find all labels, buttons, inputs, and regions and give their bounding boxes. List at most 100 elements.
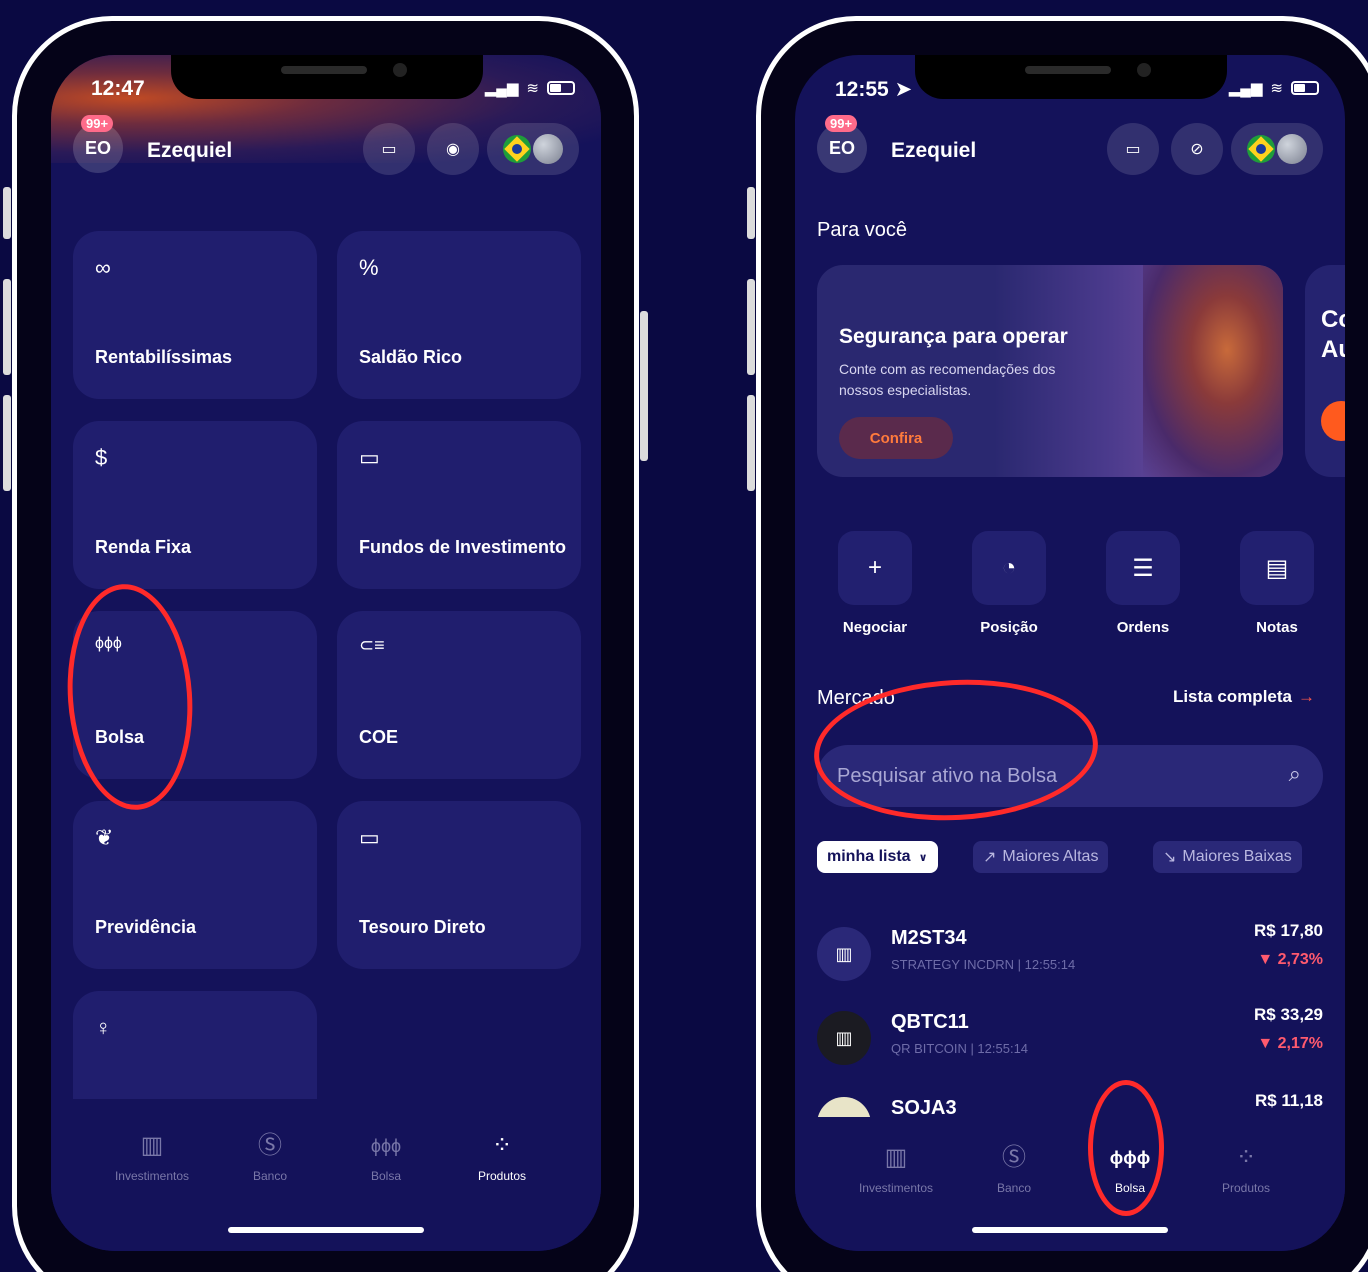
promo-card[interactable]: Segurança para operar Conte com as recom… <box>817 265 1283 477</box>
status-indicators: ▂▄▆ ≋ <box>1229 79 1319 97</box>
nav-produtos[interactable]: ⁘ Produtos <box>1191 1143 1301 1195</box>
tile-tesouro-direto[interactable]: ▭ Tesouro Direto <box>337 801 581 969</box>
chip-label: Maiores Baixas <box>1182 848 1292 865</box>
document-icon: ▤ <box>1240 531 1314 605</box>
chat-button[interactable]: ▭ <box>363 123 415 175</box>
chat-button[interactable]: ▭ <box>1107 123 1159 175</box>
globe-icon <box>533 134 563 164</box>
tile-rentabilissimas[interactable]: ∞ Rentabilíssimas <box>73 231 317 399</box>
action-label: Posição <box>980 619 1038 636</box>
promo-image <box>1143 265 1283 477</box>
side-button <box>747 187 755 239</box>
chat-icon: ▭ <box>1125 141 1141 158</box>
asset-price: R$ 33,29 <box>1254 1005 1323 1024</box>
full-list-link[interactable]: Lista completa → <box>1173 687 1315 707</box>
chart-icon: ▥ <box>817 1011 871 1065</box>
tile-label: COE <box>359 727 399 747</box>
filter-maiores-altas[interactable]: ↗ Maiores Altas <box>973 841 1109 873</box>
tile-saldao-rico[interactable]: % Saldão Rico <box>337 231 581 399</box>
leaf-icon: ❦ <box>95 825 114 850</box>
home-indicator <box>972 1227 1168 1233</box>
chart-icon: ▥ <box>817 927 871 981</box>
battery-icon <box>547 81 575 95</box>
tile-label: Tesouro Direto <box>359 917 486 937</box>
tile-label: Bolsa <box>95 727 145 747</box>
action-notas[interactable]: ▤ Notas <box>1217 531 1337 636</box>
candles-icon: ϕϕϕ <box>95 635 122 652</box>
chevron-down-icon: ∨ <box>918 851 928 864</box>
filter-minha-lista[interactable]: minha lista ∨ <box>817 841 938 873</box>
infinity-icon: ∞ <box>95 255 111 280</box>
nav-bolsa[interactable]: ϕϕϕ Bolsa <box>1075 1143 1185 1195</box>
side-button <box>3 279 11 375</box>
visibility-button[interactable]: ◉ <box>427 123 479 175</box>
asset-change: ▼ 2,73% <box>1257 951 1323 968</box>
asset-ticker: QBTC11 <box>891 1011 969 1033</box>
nav-investimentos[interactable]: ▥ Investimentos <box>97 1131 207 1183</box>
tile-previdencia[interactable]: ❦ Previdência <box>73 801 317 969</box>
screen-right: 12:55 ➤ ▂▄▆ ≋ 99+ EO Ezequiel ▭ ⊘ Para v… <box>795 55 1345 1251</box>
link-label: Lista completa <box>1172 687 1292 706</box>
brazil-flag-icon <box>503 135 531 163</box>
asset-desc: QR BITCOIN | 12:55:14 <box>891 1041 1029 1056</box>
tile-label: Previdência <box>95 917 197 937</box>
search-input[interactable]: Pesquisar ativo na Bolsa ⌕ <box>817 745 1323 807</box>
nav-label: Investimentos <box>114 1169 190 1183</box>
promo-card-next-button[interactable] <box>1321 401 1345 441</box>
promo-card-next-text: Co Au <box>1321 306 1345 363</box>
status-indicators: ▂▄▆ ≋ <box>485 79 575 97</box>
chip-label: Maiores Altas <box>1002 848 1099 865</box>
phone-left: 12:47 ▂▄▆ ≋ 99+ EO Ezequiel ▭ ◉ ∞ Rentab… <box>3 16 648 1272</box>
grid-icon: ⁘ <box>491 1132 513 1159</box>
nav-produtos[interactable]: ⁘ Produtos <box>447 1131 557 1183</box>
asset-row[interactable]: ▥ QBTC11 QR BITCOIN | 12:55:14 R$ 33,29 … <box>817 1005 1323 1075</box>
briefcase-icon: ▭ <box>359 445 380 470</box>
nav-banco[interactable]: Ⓢ Banco <box>215 1131 325 1183</box>
section-title-market: Mercado <box>817 687 895 709</box>
asset-row[interactable]: ▥ M2ST34 STRATEGY INCDRN | 12:55:14 R$ 1… <box>817 921 1323 991</box>
asset-price: R$ 17,80 <box>1254 921 1323 940</box>
side-button <box>747 279 755 375</box>
tile-coe[interactable]: ⊂≡ COE <box>337 611 581 779</box>
action-posicao[interactable]: ◔ Posição <box>949 531 1069 636</box>
user-name: Ezequiel <box>147 139 233 162</box>
action-ordens[interactable]: ☰ Ordens <box>1083 531 1203 636</box>
status-time: 12:55 ➤ <box>835 78 913 101</box>
promo-card-next[interactable]: Co Au <box>1305 265 1345 477</box>
chart-icon: ▥ <box>884 1144 908 1171</box>
percent-icon: % <box>359 255 379 280</box>
side-button <box>3 395 11 491</box>
wifi-icon: ≋ <box>526 80 539 97</box>
nav-bolsa[interactable]: ϕϕϕ Bolsa <box>331 1131 441 1183</box>
nav-investimentos[interactable]: ▥ Investimentos <box>841 1143 951 1195</box>
asset-desc: STRATEGY INCDRN | 12:55:14 <box>891 957 1076 972</box>
filter-maiores-baixas[interactable]: ↘ Maiores Baixas <box>1153 841 1302 873</box>
nav-label: Bolsa <box>370 1169 402 1183</box>
section-title-for-you: Para você <box>817 219 908 241</box>
side-button <box>747 395 755 491</box>
globe-icon <box>1277 134 1307 164</box>
wifi-icon: ≋ <box>1270 80 1283 97</box>
battery-icon <box>1291 81 1319 95</box>
signal-icon: ▂▄▆ <box>484 80 519 97</box>
trend-up-icon: ↗ <box>983 849 997 866</box>
hide-values-button[interactable]: ⊘ <box>1171 123 1223 175</box>
tile-label: Rentabilíssimas <box>95 347 233 367</box>
tile-label: Fundos de Investimento <box>359 537 567 557</box>
region-switch[interactable] <box>1231 123 1323 175</box>
tile-fundos[interactable]: ▭ Fundos de Investimento <box>337 421 581 589</box>
tile-bolsa[interactable]: ϕϕϕ Bolsa <box>73 611 317 779</box>
nav-banco[interactable]: Ⓢ Banco <box>959 1143 1069 1195</box>
search-icon: ⌕ <box>1288 761 1301 786</box>
signal-icon: ▂▄▆ <box>1228 80 1263 97</box>
ticket-icon: ▭ <box>359 825 380 850</box>
tile-renda-fixa[interactable]: $ Renda Fixa <box>73 421 317 589</box>
tile-label: Renda Fixa <box>95 537 192 557</box>
chat-icon: ▭ <box>381 141 397 158</box>
action-negociar[interactable]: + Negociar <box>815 531 935 636</box>
promo-cta-button[interactable]: Confira <box>839 417 953 459</box>
promo-title: Segurança para operar <box>839 325 1068 348</box>
coins-icon: ⊂≡ <box>359 635 385 655</box>
promo-text: Conte com as recomendações dos nossos es… <box>839 361 1056 398</box>
region-switch[interactable] <box>487 123 579 175</box>
